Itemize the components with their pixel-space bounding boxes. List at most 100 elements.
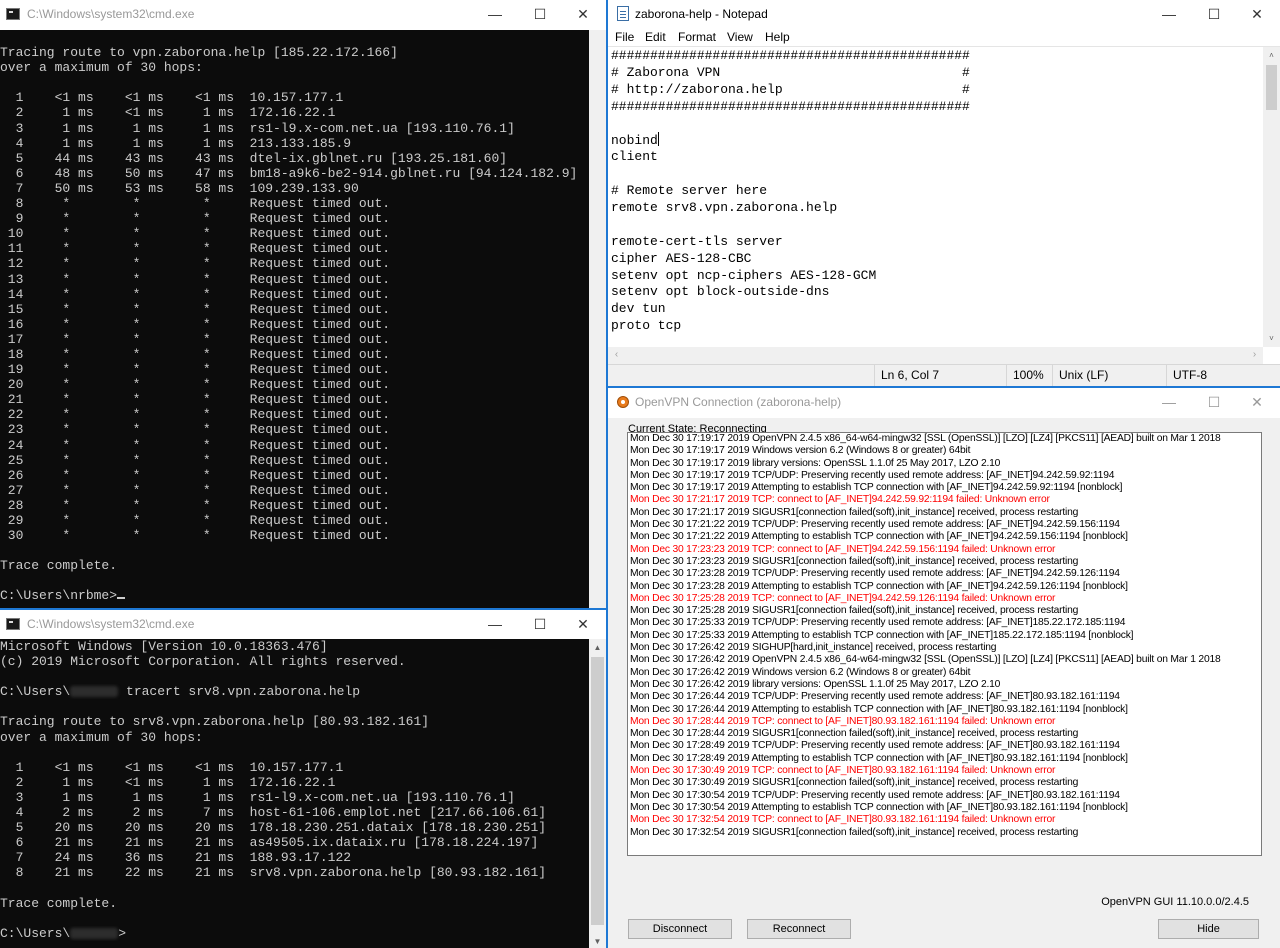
close-button[interactable]: ✕ (560, 610, 606, 640)
log-line: Mon Dec 30 17:26:44 2019 Attempting to e… (630, 703, 1128, 715)
scroll-down-arrow[interactable]: ▼ (589, 933, 606, 948)
cmd-window-top[interactable]: C:\Windows\system32\cmd.exe — ☐ ✕ Tracin… (0, 0, 606, 608)
close-button[interactable]: ✕ (560, 0, 606, 30)
menu-file[interactable]: File (615, 30, 634, 44)
line: 14 * * * Request timed out. (0, 286, 391, 302)
line (0, 543, 589, 558)
console-lines: Tracing route to vpn.zaborona.help [185.… (0, 30, 589, 588)
log-line: Mon Dec 30 17:26:42 2019 Windows version… (630, 666, 971, 678)
line: 4 1 ms 1 ms 1 ms 213.133.185.9 (0, 135, 352, 151)
line: dev tun (611, 301, 666, 317)
notepad-hscrollbar[interactable]: ‹ › (608, 347, 1263, 364)
line: 7 24 ms 36 ms 21 ms 188.93.17.122 (0, 850, 352, 866)
cmd-icon (6, 8, 20, 20)
status-encoding: UTF-8 (1166, 365, 1280, 386)
line: # http://zaborona.help # (611, 81, 970, 97)
openvpn-icon (617, 396, 629, 408)
line: 5 44 ms 43 ms 43 ms dtel-ix.gblnet.ru [1… (0, 150, 508, 166)
line: 11 * * * Request timed out. (0, 241, 391, 257)
openvpn-window[interactable]: OpenVPN Connection (zaborona-help) — ☐ ✕… (608, 388, 1280, 948)
maximize-button[interactable]: ☐ (517, 0, 563, 30)
text-editor[interactable]: ########################################… (611, 48, 1263, 344)
log-line: Mon Dec 30 17:30:54 2019 TCP/UDP: Preser… (630, 789, 1120, 801)
log-line: Mon Dec 30 17:28:44 2019 SIGUSR1[connect… (630, 728, 1079, 740)
notepad-icon (617, 6, 629, 21)
maximize-button[interactable]: ☐ (1191, 388, 1237, 418)
line (0, 573, 589, 588)
line: 28 * * * Request timed out. (0, 497, 391, 513)
menu-edit[interactable]: Edit (645, 30, 666, 44)
log-line: Mon Dec 30 17:25:33 2019 TCP/UDP: Preser… (630, 617, 1126, 629)
cmd-window-bottom[interactable]: C:\Windows\system32\cmd.exe — ☐ ✕ Micros… (0, 608, 606, 948)
log-line-error: Mon Dec 30 17:25:28 2019 TCP: connect to… (630, 592, 1056, 604)
window-title: C:\Windows\system32\cmd.exe (27, 7, 195, 21)
copyright-line: (c) 2019 Microsoft Corporation. All righ… (0, 654, 406, 670)
log-line: Mon Dec 30 17:19:17 2019 TCP/UDP: Preser… (630, 469, 1115, 481)
line: client (611, 149, 658, 165)
menu-help[interactable]: Help (765, 30, 790, 44)
line: 25 * * * Request timed out. (0, 452, 391, 468)
log-line: Mon Dec 30 17:21:17 2019 SIGUSR1[connect… (630, 506, 1079, 518)
log-line: Mon Dec 30 17:30:49 2019 SIGUSR1[connect… (630, 777, 1079, 789)
window-title: OpenVPN Connection (zaborona-help) (635, 395, 842, 409)
close-button[interactable]: ✕ (1234, 388, 1280, 418)
window-title: zaborona-help - Notepad (635, 7, 768, 21)
log-lines: Mon Dec 30 17:19:17 2019 OpenVPN 2.4.5 x… (628, 433, 1261, 839)
log-line: Mon Dec 30 17:19:17 2019 Attempting to e… (630, 482, 1123, 494)
line: proto tcp (611, 318, 682, 334)
redacted-username (70, 927, 119, 939)
cmd-top-output[interactable]: Tracing route to vpn.zaborona.help [185.… (0, 30, 589, 608)
scroll-thumb[interactable] (591, 657, 604, 925)
scroll-right-arrow[interactable]: › (1246, 347, 1263, 364)
line: 3 1 ms 1 ms 1 ms rs1-l9.x-com.net.ua [19… (0, 789, 515, 805)
close-button[interactable]: ✕ (1234, 0, 1280, 30)
maximize-button[interactable]: ☐ (517, 610, 563, 640)
cmd-top-scrollbar[interactable] (589, 30, 606, 608)
minimize-button[interactable]: — (1146, 388, 1192, 418)
minimize-button[interactable]: — (472, 0, 518, 30)
cmd-bottom-titlebar[interactable]: C:\Windows\system32\cmd.exe — ☐ ✕ (0, 610, 606, 640)
menu-format[interactable]: Format (678, 30, 716, 44)
log-list[interactable]: Mon Dec 30 17:19:17 2019 OpenVPN 2.4.5 x… (627, 432, 1262, 856)
notepad-titlebar[interactable]: zaborona-help - Notepad — ☐ ✕ (608, 0, 1280, 30)
hide-button[interactable]: Hide (1158, 919, 1259, 939)
line: 1 <1 ms <1 ms <1 ms 10.157.177.1 (0, 759, 344, 775)
scroll-up-arrow[interactable]: ˄ (1263, 47, 1280, 64)
notepad-vscrollbar[interactable]: ˄ ˅ (1263, 47, 1280, 347)
menu-view[interactable]: View (727, 30, 753, 44)
command-text: tracert srv8.vpn.zaborona.help (118, 684, 361, 700)
line: 4 2 ms 2 ms 7 ms host-61-106.emplot.net … (0, 805, 547, 821)
line: 23 * * * Request timed out. (0, 422, 391, 438)
line: # Zaborona VPN # (611, 64, 970, 80)
console-lines: Tracing route to srv8.vpn.zaborona.help … (0, 699, 589, 925)
cmd-bottom-scrollbar[interactable]: ▲ ▼ (589, 639, 606, 948)
maximize-button[interactable]: ☐ (1191, 0, 1237, 30)
window-title: C:\Windows\system32\cmd.exe (27, 617, 195, 631)
disconnect-button[interactable]: Disconnect (628, 919, 732, 939)
scroll-thumb[interactable] (1266, 65, 1277, 110)
notepad-window[interactable]: zaborona-help - Notepad — ☐ ✕ File Edit … (608, 0, 1280, 388)
log-line: Mon Dec 30 17:30:54 2019 Attempting to e… (630, 801, 1128, 813)
reconnect-button[interactable]: Reconnect (747, 919, 851, 939)
line: Trace complete. (0, 895, 118, 911)
log-line: Mon Dec 30 17:28:49 2019 TCP/UDP: Preser… (630, 740, 1120, 752)
scroll-down-arrow[interactable]: ˅ (1263, 330, 1280, 347)
status-zoom: 100% (1006, 365, 1052, 386)
line: 15 * * * Request timed out. (0, 301, 391, 317)
scroll-up-arrow[interactable]: ▲ (589, 639, 606, 656)
scroll-left-arrow[interactable]: ‹ (608, 347, 625, 364)
openvpn-titlebar[interactable]: OpenVPN Connection (zaborona-help) — ☐ ✕ (608, 388, 1280, 418)
log-line-error: Mon Dec 30 17:32:54 2019 TCP: connect to… (630, 814, 1056, 826)
cmd-icon (6, 618, 20, 630)
redacted-username (70, 686, 119, 698)
line: 24 * * * Request timed out. (0, 437, 391, 453)
cmd-top-titlebar[interactable]: C:\Windows\system32\cmd.exe — ☐ ✕ (0, 0, 606, 30)
line (0, 75, 589, 90)
minimize-button[interactable]: — (472, 610, 518, 640)
line: 12 * * * Request timed out. (0, 256, 391, 272)
log-line: Mon Dec 30 17:26:42 2019 SIGHUP[hard,ini… (630, 642, 997, 654)
line: Tracing route to srv8.vpn.zaborona.help … (0, 714, 430, 730)
cmd-bottom-output[interactable]: Microsoft Windows [Version 10.0.18363.47… (0, 639, 589, 948)
minimize-button[interactable]: — (1146, 0, 1192, 30)
openvpn-content: Current State: Reconnecting Mon Dec 30 1… (608, 418, 1280, 948)
